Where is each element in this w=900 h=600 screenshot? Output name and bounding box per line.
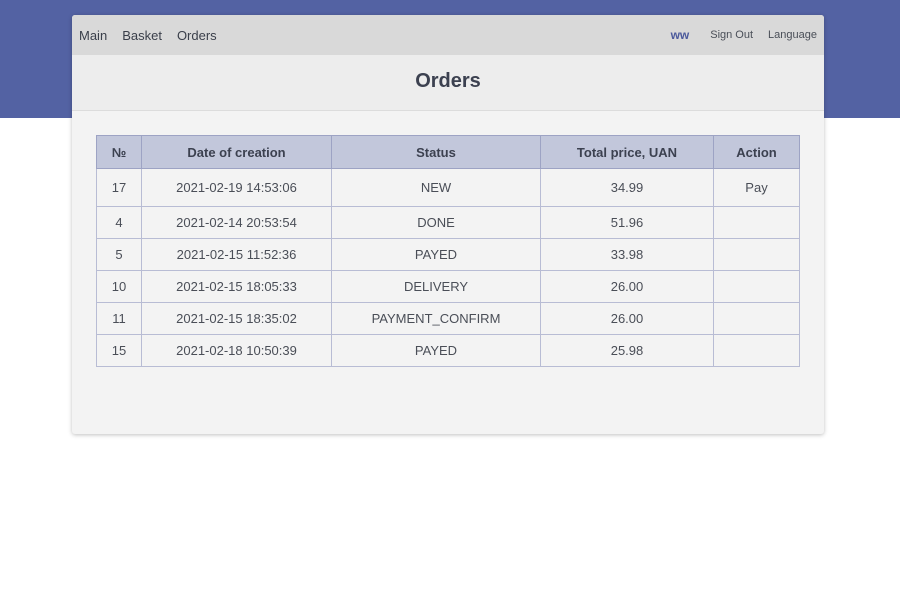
order-status: PAYMENT_CONFIRM	[331, 302, 541, 335]
navbar: Main Basket Orders ww Sign Out Language	[72, 15, 824, 55]
main-card: Main Basket Orders ww Sign Out Language …	[72, 15, 824, 434]
pay-link[interactable]: Pay	[745, 180, 767, 195]
order-date: 2021-02-14 20:53:54	[141, 206, 332, 239]
order-price: 34.99	[540, 168, 714, 207]
nav-user-area: ww Sign Out Language	[671, 28, 824, 42]
order-number: 10	[96, 270, 142, 303]
column-header-action: Action	[713, 135, 800, 169]
order-action-cell	[713, 302, 800, 335]
table-row: 11 2021-02-15 18:35:02 PAYMENT_CONFIRM 2…	[96, 302, 800, 335]
nav-links: Main Basket Orders	[72, 28, 232, 43]
order-number: 17	[96, 168, 142, 207]
order-action-cell	[713, 334, 800, 367]
table-header-row: № Date of creation Status Total price, U…	[96, 135, 800, 169]
order-date: 2021-02-15 11:52:36	[141, 238, 332, 271]
nav-link-basket[interactable]: Basket	[122, 28, 162, 43]
order-action-cell	[713, 238, 800, 271]
order-action-cell	[713, 206, 800, 239]
user-name-link[interactable]: ww	[671, 28, 690, 42]
title-bar: Orders	[72, 55, 824, 111]
page-title: Orders	[415, 70, 481, 92]
order-status: PAYED	[331, 238, 541, 271]
order-date: 2021-02-15 18:05:33	[141, 270, 332, 303]
sign-out-link[interactable]: Sign Out	[710, 29, 753, 41]
order-date: 2021-02-15 18:35:02	[141, 302, 332, 335]
order-status: DONE	[331, 206, 541, 239]
order-price: 26.00	[540, 270, 714, 303]
column-header-number: №	[96, 135, 142, 169]
order-price: 51.96	[540, 206, 714, 239]
order-action-cell: Pay	[713, 168, 800, 207]
order-number: 4	[96, 206, 142, 239]
column-header-status: Status	[331, 135, 541, 169]
column-header-date: Date of creation	[141, 135, 332, 169]
order-status: PAYED	[331, 334, 541, 367]
table-row: 5 2021-02-15 11:52:36 PAYED 33.98	[96, 238, 800, 271]
order-date: 2021-02-19 14:53:06	[141, 168, 332, 207]
nav-link-main[interactable]: Main	[79, 28, 107, 43]
order-status: DELIVERY	[331, 270, 541, 303]
order-price: 26.00	[540, 302, 714, 335]
table-row: 17 2021-02-19 14:53:06 NEW 34.99 Pay	[96, 168, 800, 207]
orders-table: № Date of creation Status Total price, U…	[96, 135, 800, 367]
language-dropdown[interactable]: Language	[768, 29, 817, 41]
order-number: 11	[96, 302, 142, 335]
table-row: 10 2021-02-15 18:05:33 DELIVERY 26.00	[96, 270, 800, 303]
order-price: 33.98	[540, 238, 714, 271]
order-status: NEW	[331, 168, 541, 207]
nav-link-orders[interactable]: Orders	[177, 28, 217, 43]
order-number: 5	[96, 238, 142, 271]
order-number: 15	[96, 334, 142, 367]
order-date: 2021-02-18 10:50:39	[141, 334, 332, 367]
table-row: 4 2021-02-14 20:53:54 DONE 51.96	[96, 206, 800, 239]
order-action-cell	[713, 270, 800, 303]
table-row: 15 2021-02-18 10:50:39 PAYED 25.98	[96, 334, 800, 367]
column-header-price: Total price, UAN	[540, 135, 714, 169]
order-price: 25.98	[540, 334, 714, 367]
